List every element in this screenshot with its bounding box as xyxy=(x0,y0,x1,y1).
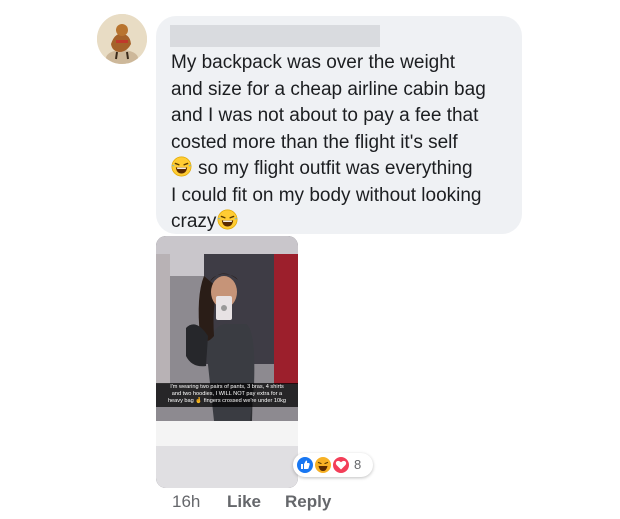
laughing-tears-icon xyxy=(171,156,192,177)
like-icon xyxy=(296,456,314,474)
reaction-count: 8 xyxy=(354,457,362,472)
like-button[interactable]: Like xyxy=(227,492,261,512)
reply-button[interactable]: Reply xyxy=(285,492,331,512)
comment-line-2: and size for a cheap airline cabin bag xyxy=(171,78,486,100)
comment-line-6: I could fit on my body without looking xyxy=(171,184,482,206)
comment-timestamp[interactable]: 16h xyxy=(172,492,200,512)
comment-photo[interactable]: I'm wearing two pairs of pants, 3 bras, … xyxy=(156,236,298,488)
comment-line-1: My backpack was over the weight xyxy=(171,52,456,73)
commenter-name-redacted xyxy=(170,25,380,47)
haha-icon xyxy=(314,456,332,474)
avatar-photo xyxy=(97,14,147,64)
love-icon xyxy=(332,456,350,474)
comment-line-5: so my flight outfit was everything xyxy=(198,158,473,179)
comment-text: My backpack was over the weight and size… xyxy=(171,50,516,236)
photo-caption: I'm wearing two pairs of pants, 3 bras, … xyxy=(156,383,298,407)
reactions-summary[interactable]: 8 xyxy=(293,453,373,477)
commenter-avatar[interactable] xyxy=(97,14,147,64)
mirror-selfie-image xyxy=(156,236,298,488)
comment-line-4: costed more than the flight it's self xyxy=(171,131,458,153)
comment-line-3: and I was not about to pay a fee that xyxy=(171,105,479,126)
comment-line-7: crazy xyxy=(171,211,217,232)
laughing-tears-icon xyxy=(217,209,238,230)
